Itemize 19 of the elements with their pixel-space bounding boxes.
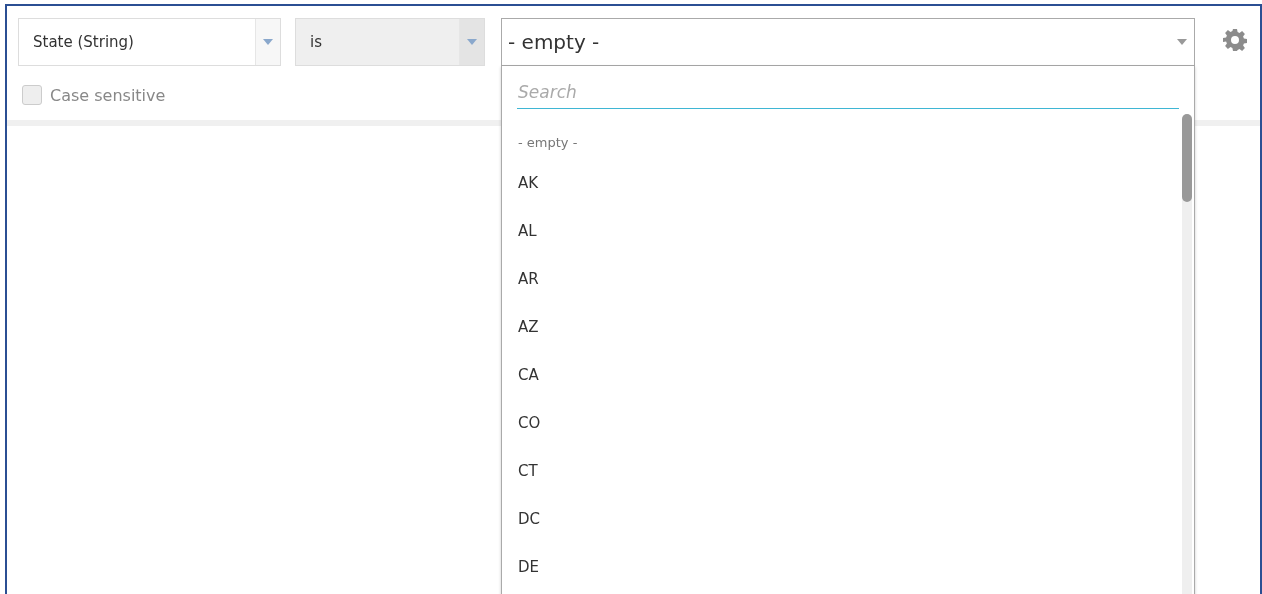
dropdown-option[interactable]: AK: [502, 159, 555, 207]
dropdown-option[interactable]: AR: [502, 255, 555, 303]
dropdown-option[interactable]: AZ: [502, 303, 555, 351]
scrollbar[interactable]: [1182, 114, 1192, 594]
dropdown-option[interactable]: DC: [502, 495, 557, 543]
caret-icon: [467, 39, 477, 45]
dropdown-option[interactable]: AL: [502, 207, 553, 255]
field-dropdown[interactable]: State (String): [18, 18, 281, 66]
caret-icon: [1177, 39, 1187, 45]
value-dropdown[interactable]: - empty -: [501, 18, 1195, 66]
scrollbar-thumb[interactable]: [1182, 114, 1192, 202]
dropdown-option[interactable]: CT: [502, 447, 554, 495]
dropdown-option[interactable]: CA: [502, 351, 555, 399]
dropdown-option[interactable]: CO: [502, 399, 557, 447]
checkbox-label: Case sensitive: [50, 85, 166, 105]
settings-icon[interactable]: [1223, 28, 1247, 52]
caret-icon: [263, 39, 273, 45]
dropdown-option[interactable]: - empty -: [502, 125, 594, 159]
dropdown-option[interactable]: DE: [502, 543, 556, 591]
